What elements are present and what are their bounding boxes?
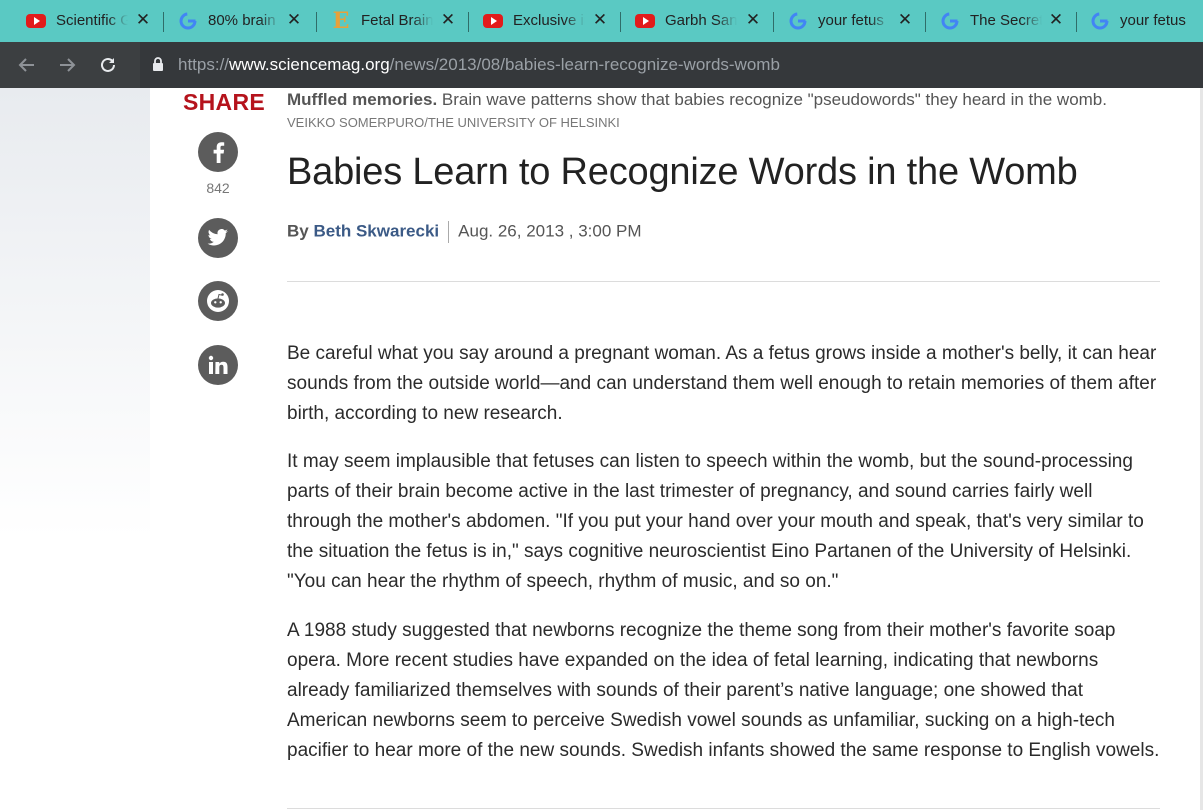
tab-5[interactable]: Garbh Sans ✕ [635,0,765,42]
left-gutter [0,88,150,538]
address-bar[interactable]: https://www.sciencemag.org/news/2013/08/… [140,42,1203,88]
close-tab-icon[interactable]: ✕ [591,11,609,29]
tab-title: Exclusive in [513,12,585,29]
author-link[interactable]: Beth Skwarecki [313,221,439,240]
tab-title: Scientific G [56,12,128,29]
close-tab-icon[interactable]: ✕ [134,11,152,29]
reddit-share-button[interactable] [198,281,238,321]
article-headline: Babies Learn to Recognize Words in the W… [287,151,1078,193]
by-label: By [287,221,309,241]
tab-divider [1076,12,1077,32]
close-tab-icon[interactable]: ✕ [744,11,762,29]
tab-1[interactable]: Scientific G ✕ [26,0,156,42]
article-paragraph-1: Be careful what you say around a pregnan… [287,343,1157,424]
linkedin-share-button[interactable] [198,345,238,385]
google-icon [940,11,960,31]
tab-6[interactable]: your fetus ✕ [788,0,918,42]
tab-4[interactable]: Exclusive in ✕ [483,0,613,42]
twitter-icon [207,229,228,246]
google-icon [1090,11,1110,31]
tab-8[interactable]: your fetus [1090,0,1203,42]
browser-toolbar: https://www.sciencemag.org/news/2013/08/… [0,42,1203,88]
reddit-icon [207,290,229,312]
back-button[interactable] [14,52,40,78]
caption-text: Brain wave patterns show that babies rec… [437,90,1107,109]
reload-icon [101,57,115,72]
tab-title: 80% brain [208,12,276,29]
youtube-icon [26,11,46,31]
google-icon [788,11,808,31]
arrow-left-icon [18,58,34,72]
tab-divider [316,12,317,32]
youtube-icon [635,11,655,31]
image-credit: VEIKKO SOMERPURO/THE UNIVERSITY OF HELSI… [287,115,620,130]
close-tab-icon[interactable]: ✕ [1047,11,1065,29]
tab-title: your fetus [818,12,884,29]
e-letter-icon: E [332,8,350,34]
facebook-share-count: 842 [206,180,230,196]
byline: By Beth Skwarecki Aug. 26, 2013 , 3:00 PM [287,221,642,243]
tab-strip: Scientific G ✕ 80% brain ✕ E Fetal Brain… [0,0,1203,42]
reload-button[interactable] [95,52,121,78]
tab-3[interactable]: E Fetal Brain ✕ [331,0,461,42]
close-tab-icon[interactable]: ✕ [285,11,303,29]
close-tab-icon[interactable]: ✕ [439,11,457,29]
url-scheme: https:// [178,55,230,74]
publish-date: Aug. 26, 2013 , 3:00 PM [458,221,642,241]
tab-title: your fetus [1120,12,1186,29]
tab-divider [773,12,774,32]
lock-icon [153,57,163,71]
url-host: www.sciencemag.org [229,55,390,74]
tab-title: The Secret [970,12,1042,29]
youtube-icon [483,11,503,31]
forward-button[interactable] [54,52,80,78]
linkedin-icon [208,355,228,374]
arrow-right-icon [60,58,76,72]
tab-title: Fetal Brain [361,12,433,29]
divider [287,808,1160,809]
share-label: SHARE [183,89,266,115]
tab-divider [468,12,469,32]
divider [287,281,1160,282]
caption-title: Muffled memories. [287,90,438,109]
tab-divider [163,12,164,32]
tab-divider [925,12,926,32]
tab-title: Garbh Sans [665,12,737,29]
twitter-share-button[interactable] [198,218,238,258]
close-tab-icon[interactable]: ✕ [896,11,914,29]
tab-divider [620,12,621,32]
url-text: https://www.sciencemag.org/news/2013/08/… [178,55,780,75]
tab-2[interactable]: 80% brain ✕ [178,0,308,42]
byline-divider [448,221,450,243]
facebook-icon [213,142,225,163]
page-content: SHARE 842 Muffled memories. Brain wave p… [0,88,1203,810]
image-caption: Muffled memories. Brain wave patterns sh… [287,90,1107,110]
article-paragraph-2: It may seem implausible that fetuses can… [287,451,1144,592]
google-icon [178,11,198,31]
tab-7[interactable]: The Secret ✕ [940,0,1070,42]
facebook-share-button[interactable] [198,132,238,172]
url-path: /news/2013/08/babies-learn-recognize-wor… [389,55,780,74]
article-paragraph-3: A 1988 study suggested that newborns rec… [287,620,1160,761]
